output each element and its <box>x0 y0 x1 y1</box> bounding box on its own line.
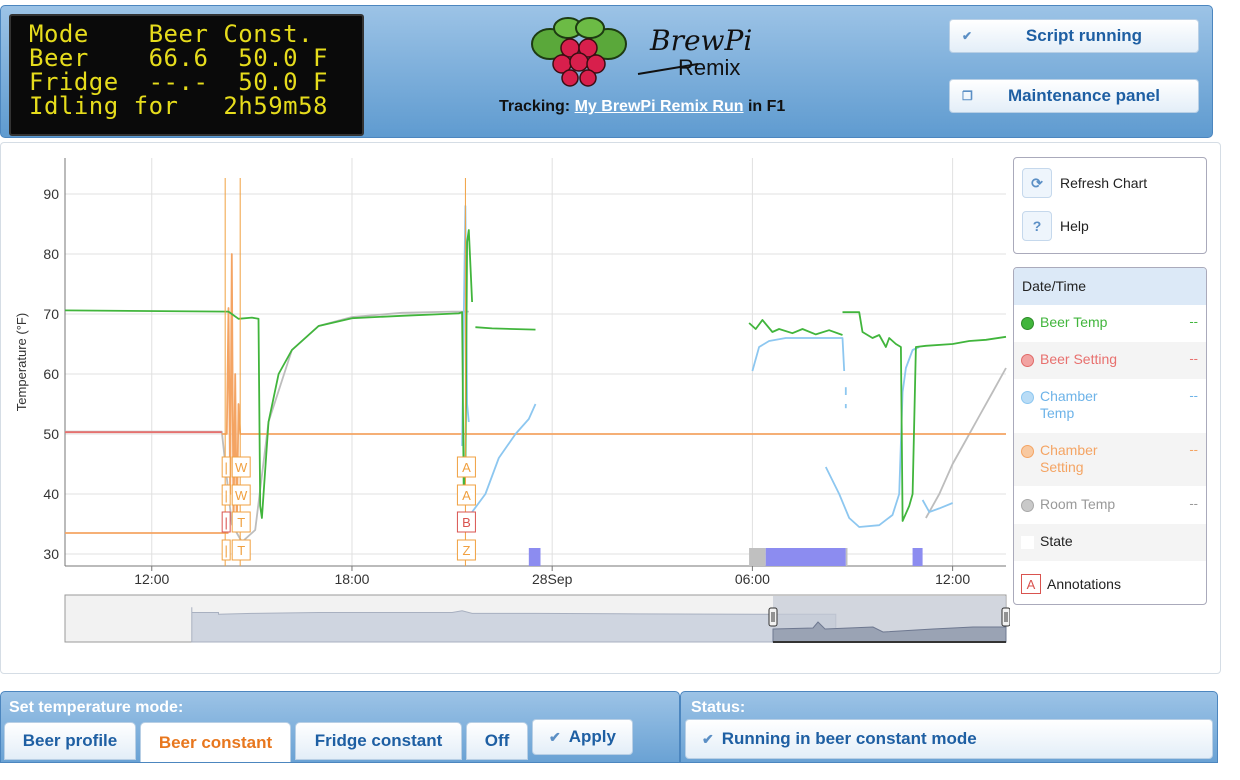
refresh-chart-label: Refresh Chart <box>1060 175 1148 191</box>
annotation-flag-label: T <box>237 515 245 530</box>
annotation-flag-label: Z <box>462 543 470 558</box>
status-message: ✔ Running in beer constant mode <box>685 719 1213 759</box>
legend-name: Chamber Setting <box>1040 442 1098 475</box>
help-icon: ? <box>1022 211 1052 241</box>
annotation-flag-label: W <box>235 460 248 475</box>
y-axis-label: Temperature (°F) <box>14 313 29 411</box>
legend-item-beer-temp[interactable]: Beer Temp -- <box>1014 314 1206 342</box>
chart-legend: Date/Time Beer Temp -- Beer Setting -- C… <box>1013 267 1207 605</box>
x-tick-label: 28Sep <box>532 571 573 587</box>
apply-label: Apply <box>568 727 616 746</box>
navigator-handle <box>1001 607 1010 627</box>
x-tick-label: 18:00 <box>334 571 369 587</box>
legend-dot <box>1021 317 1034 330</box>
plot-area <box>65 158 1006 566</box>
state-block <box>765 548 846 566</box>
state-block <box>528 548 541 566</box>
y-tick-label: 60 <box>43 366 59 382</box>
legend-datetime: Date/Time <box>1014 268 1206 305</box>
x-tick-label: 12:00 <box>134 571 169 587</box>
annotation-flag-label: A <box>462 460 471 475</box>
y-tick-label: 30 <box>43 546 59 562</box>
legend-item-chamber-temp[interactable]: Chamber Temp -- <box>1014 388 1206 432</box>
state-block <box>749 548 766 566</box>
annotation-icon: A <box>1021 574 1041 594</box>
x-tick-label: 06:00 <box>735 571 770 587</box>
y-tick-label: 40 <box>43 486 59 502</box>
annotation-flag-label: W <box>235 488 248 503</box>
legend-item-beer-setting[interactable]: Beer Setting -- <box>1014 342 1206 379</box>
state-block <box>912 548 923 566</box>
check-icon: ✔ <box>702 730 714 747</box>
refresh-chart-button[interactable]: ⟳ Refresh Chart <box>1022 168 1147 198</box>
annotation-flag-label: B <box>462 515 471 530</box>
mode-panel-title: Set temperature mode: <box>9 699 184 716</box>
tab-beer-constant[interactable]: Beer constant <box>140 722 291 762</box>
legend-name: Annotations <box>1047 575 1121 592</box>
legend-dot <box>1021 445 1034 458</box>
annotation-flag-label: | <box>224 515 227 530</box>
legend-item-annotations[interactable]: A Annotations <box>1014 570 1206 598</box>
legend-name: Room Temp <box>1040 496 1116 512</box>
legend-dot <box>1021 354 1034 367</box>
status-text: Running in beer constant mode <box>721 729 977 748</box>
legend-value: -- <box>1189 314 1198 329</box>
legend-value: -- <box>1189 388 1198 403</box>
help-label: Help <box>1060 218 1089 234</box>
legend-item-state[interactable]: State <box>1014 524 1206 561</box>
y-tick-label: 80 <box>43 246 59 262</box>
legend-value: -- <box>1189 442 1198 457</box>
legend-dot <box>1021 391 1034 404</box>
tab-off[interactable]: Off <box>466 722 528 760</box>
status-panel-title: Status: <box>691 699 746 716</box>
legend-name: Beer Setting <box>1040 351 1118 367</box>
navigator-handle <box>768 607 778 627</box>
refresh-icon: ⟳ <box>1022 168 1052 198</box>
annotation-flag-label: A <box>462 488 471 503</box>
state-block <box>845 548 848 566</box>
legend-value: -- <box>1189 351 1198 366</box>
legend-name: Chamber Temp <box>1040 388 1098 421</box>
x-tick-label: 12:00 <box>935 571 970 587</box>
temperature-chart[interactable]: 12:00 18:00 28Sep 06:00 12:00 30 40 50 60 70 80 90 T… <box>0 0 1010 660</box>
annotation-flag-label: T <box>237 543 245 558</box>
annotation-flag-label: | <box>224 460 227 475</box>
chart-tools: ⟳ Refresh Chart ? Help <box>1013 157 1207 254</box>
legend-name: State <box>1040 533 1073 549</box>
help-button[interactable]: ? Help <box>1022 211 1089 241</box>
legend-dot <box>1021 536 1034 549</box>
tab-fridge-constant[interactable]: Fridge constant <box>295 722 462 760</box>
annotation-flag-label: | <box>224 543 227 558</box>
check-icon: ✔ <box>549 728 561 745</box>
legend-dot <box>1021 499 1034 512</box>
annotation-flag-label: | <box>224 488 227 503</box>
y-tick-label: 50 <box>43 426 59 442</box>
legend-name: Beer Temp <box>1040 314 1108 330</box>
y-tick-label: 70 <box>43 306 59 322</box>
legend-value: -- <box>1189 496 1198 511</box>
y-tick-label: 90 <box>43 186 59 202</box>
apply-button[interactable]: ✔ Apply <box>532 719 633 755</box>
legend-item-chamber-setting[interactable]: Chamber Setting -- <box>1014 433 1206 486</box>
legend-item-room-temp[interactable]: Room Temp -- <box>1014 496 1206 524</box>
tab-beer-profile[interactable]: Beer profile <box>4 722 136 760</box>
